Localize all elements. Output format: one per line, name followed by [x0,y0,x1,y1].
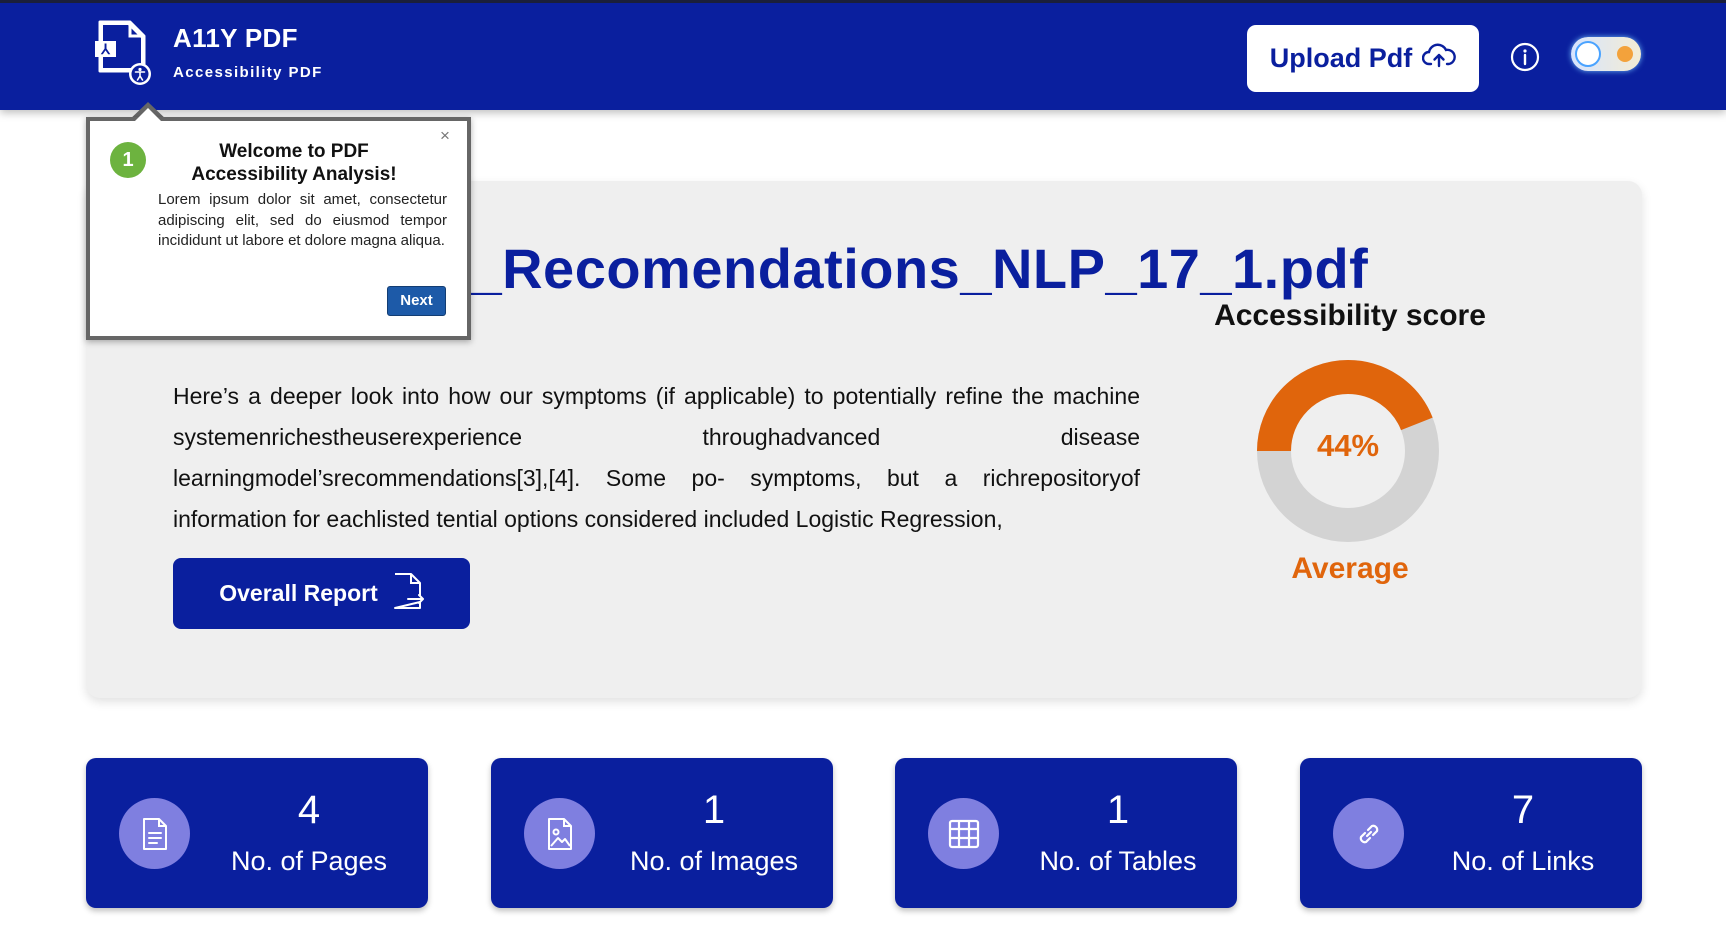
upload-pdf-label: Upload Pdf [1269,43,1413,73]
toggle-knob [1575,41,1601,67]
close-icon[interactable]: × [440,127,450,144]
theme-toggle[interactable] [1571,37,1641,71]
score-percent: 44% [1316,428,1380,463]
page: ⅄ A11Y PDF Accessibility PDF Upload Pdf [0,0,1726,937]
link-icon [1333,798,1404,869]
stat-card-images: 1 No. of Images [491,758,833,908]
accessibility-score-title: Accessibility score [1214,299,1486,332]
score-rating: Average [1291,552,1409,585]
stat-card-tables: 1 No. of Tables [895,758,1237,908]
top-navbar: ⅄ A11Y PDF Accessibility PDF Upload Pdf [0,0,1726,110]
tour-title: Welcome to PDF Accessibility Analysis! [191,141,397,185]
stat-value: 1 [1106,788,1130,832]
file-export-icon [392,572,424,616]
stat-card-pages: 4 No. of Pages [86,758,428,908]
stat-card-links: 7 No. of Links [1300,758,1642,908]
info-icon[interactable] [1509,41,1541,73]
tour-step-badge: 1 [110,142,146,178]
svg-text:⅄: ⅄ [100,41,111,57]
overall-report-button[interactable]: Overall Report [173,558,470,629]
brand-subtitle: Accessibility PDF [173,64,323,81]
cloud-upload-icon [1422,42,1457,75]
tour-pointer-inner [132,108,164,124]
table-icon [928,798,999,869]
document-icon [119,798,190,869]
sun-icon [1617,46,1633,62]
stat-value: 4 [297,788,321,832]
stat-value: 1 [702,788,726,832]
stat-label: No. of Images [629,846,799,876]
stat-label: No. of Links [1451,846,1595,876]
overall-report-label: Overall Report [219,580,378,606]
upload-pdf-button[interactable]: Upload Pdf [1247,25,1479,92]
document-description: Here’s a deeper look into how our sympto… [173,383,1140,532]
stat-label: No. of Tables [1039,846,1197,876]
brand-title: A11Y PDF [173,23,298,53]
pdf-accessibility-logo-icon: ⅄ [92,19,154,85]
tour-body: Lorem ipsum dolor sit amet, consectetur … [158,191,447,249]
stat-value: 7 [1511,788,1535,832]
image-icon [524,798,595,869]
tour-next-button[interactable]: Next [387,286,446,316]
stat-label: No. of Pages [230,846,388,876]
